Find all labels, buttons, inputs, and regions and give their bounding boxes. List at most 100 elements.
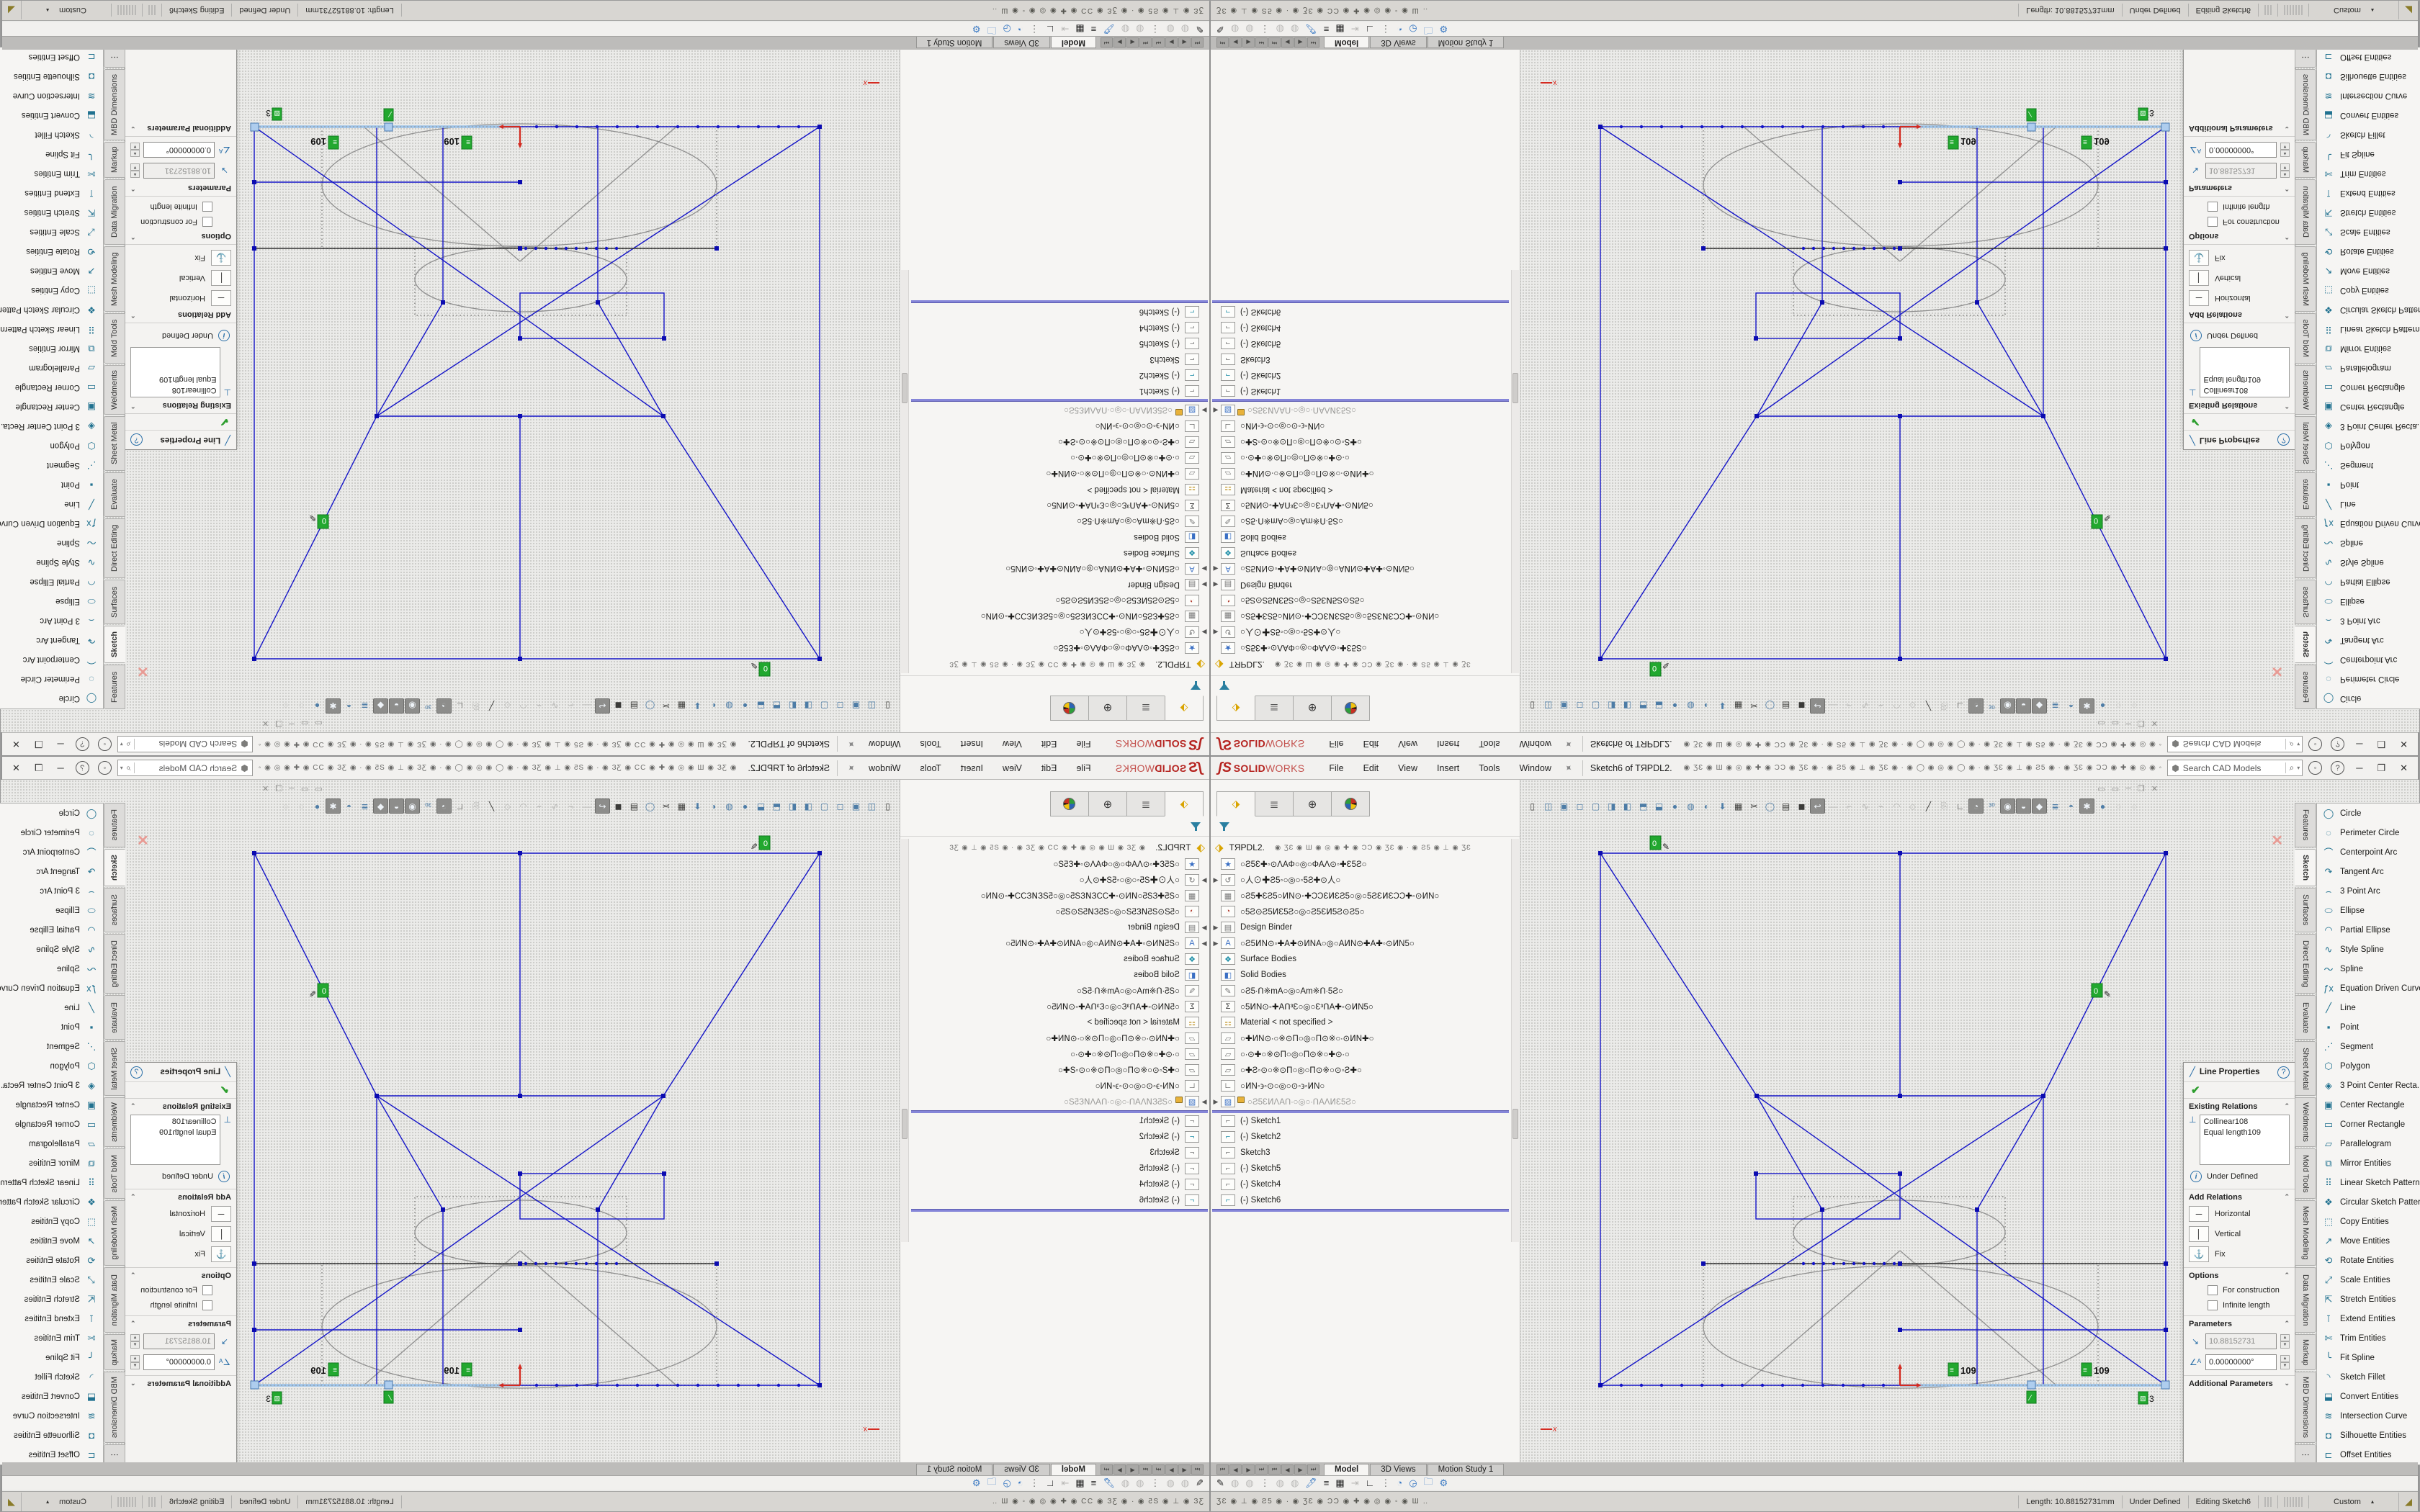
collapse-chevron-icon[interactable]: ⌃ [2284, 184, 2290, 192]
relations-list[interactable]: Collinear108Equal length109 [130, 1115, 220, 1165]
tree-row[interactable]: ◔ ○5Ƨ⊙Ƨ5ͶԐ5Ƨ○◎○Ƨ5ԐͶ5Ƨ⊙Ƨ5○ [910, 593, 1209, 608]
view-tool-icon[interactable]: ⌐ [563, 798, 578, 814]
expand-arrow-icon[interactable]: ▶ [1211, 924, 1221, 932]
bottom-tool-icon[interactable]: ∟ [1366, 1477, 1375, 1488]
option-row[interactable]: Infinite length [2208, 1300, 2290, 1310]
bottom-tool-icon[interactable]: ◍ [1231, 24, 1239, 35]
tree-row[interactable]: ⚏ Material < not specified > [910, 482, 1209, 498]
bottom-tool-icon[interactable]: ◍ [1245, 1477, 1253, 1489]
view-tool-icon[interactable]: ✂ [1747, 798, 1762, 814]
tree-row[interactable]: ▦ ○Ƨ5✚ԐƧ5○ͶN⊙◦✚ƆƆԐͶԐƧ5○◎○5ƧԐͶԐƆƆ✚◦⊙ͶN○ [1211, 608, 1510, 624]
tab-scroll-button[interactable]: ▶ [1165, 37, 1178, 48]
bottom-tool-icon[interactable]: ⚙ [972, 1477, 981, 1489]
tool-menu-item[interactable]: ◝ Sketch Fillet [2317, 125, 2420, 145]
search-input[interactable]: Search CAD Models [2183, 739, 2286, 750]
graphics-viewport[interactable]: 0 ✎ 0 ✎ ≡ 109 ≡ 109 ∕ [1520, 780, 2295, 1462]
feature-manager-tab[interactable]: ⬗ [1165, 696, 1204, 721]
configuration-manager-tab[interactable]: ≣ [1255, 791, 1294, 816]
command-tab[interactable]: ⋮ [104, 47, 125, 68]
view-tool-icon[interactable]: ◌ [294, 698, 309, 714]
tree-row[interactable]: ⌐ (-) Sketch4 [1211, 320, 1510, 336]
checkbox[interactable] [202, 1300, 212, 1310]
tool-menu-item[interactable]: ⬚ Copy Entities [2317, 281, 2420, 300]
tool-menu-item[interactable]: ▱ Parallelogram [0, 359, 103, 378]
view-tool-icon[interactable]: ◓ [2063, 698, 2079, 714]
tree-row[interactable]: ◔ ○5Ƨ⊙Ƨ5ͶԐ5Ƨ○◎○Ƨ5ԐͶ5Ƨ⊙Ƨ5○ [1211, 904, 1510, 919]
view-tool-icon[interactable]: ◉ [2000, 698, 2015, 714]
document-tab[interactable]: Motion Study 1 [916, 37, 993, 48]
bottom-tool-icon[interactable]: ⋮ [1030, 1477, 1039, 1489]
tool-menu-item[interactable]: ⧉ Mirror Entities [2317, 1153, 2420, 1173]
tool-menu-item[interactable]: ◝ Sketch Fillet [2317, 1367, 2420, 1387]
view-tool-icon[interactable]: ▢ [817, 698, 832, 714]
tree-row[interactable]: ⌐ (-) Sketch4 [910, 320, 1209, 336]
command-tab[interactable]: Sketch [104, 849, 125, 886]
view-tool-icon[interactable]: ● [310, 798, 325, 814]
tool-menu-item[interactable]: ◌ Perimeter Circle [0, 670, 103, 689]
mdi-button[interactable]: ▭ [315, 719, 322, 728]
tree-row[interactable]: ⌐ (-) Sketch2 [1211, 1129, 1510, 1145]
tree-row[interactable]: Σ ○5ͶN⊙◦✚AՈ³Ԑ○◎○Ԑ³ՈA✚◦⊙ͶN5○ [1211, 498, 1510, 513]
bottom-tool-icon[interactable]: ⚙ [1440, 1477, 1448, 1489]
dimxpert-manager-tab[interactable]: ⊕ [1088, 696, 1126, 721]
view-tool-icon[interactable]: ― [579, 698, 594, 714]
tree-row[interactable] [910, 399, 1209, 402]
bottom-tool-icon[interactable]: ✎ [1216, 1477, 1224, 1489]
tool-menu-item[interactable]: ⬓ Convert Entities [0, 1387, 103, 1406]
view-tool-icon[interactable]: ▣ [848, 698, 864, 714]
tree-row[interactable] [1211, 1110, 1510, 1113]
help-icon[interactable]: ? [2331, 761, 2344, 775]
tool-menu-item[interactable]: ◯ Circle [0, 804, 103, 823]
tree-row[interactable]: Σ ○5ͶN⊙◦✚AՈ³Ԑ○◎○Ԑ³ՈA✚◦⊙ͶN5○ [1211, 999, 1510, 1014]
view-tool-icon[interactable]: ⎘ [468, 698, 483, 714]
tool-menu-item[interactable]: 〜 Spline [2317, 959, 2420, 978]
tool-menu-item[interactable]: ◯ Circle [0, 689, 103, 708]
view-tool-icon[interactable]: ◐ [1699, 698, 1714, 714]
command-tab[interactable]: Features [2295, 803, 2316, 847]
display-manager-tab[interactable] [1332, 696, 1370, 721]
tree-row[interactable]: ⌐ (-) Sketch1 [910, 383, 1209, 399]
tool-menu-item[interactable]: ⌒ Centerpoint Arc [0, 650, 103, 670]
tree-row[interactable]: ⌐ (-) Sketch1 [1211, 1113, 1510, 1129]
mdi-button[interactable]: ✕ [262, 719, 269, 728]
bottom-tool-icon[interactable]: ◍ [1166, 24, 1174, 35]
bottom-tool-icon[interactable]: 🖊 [1305, 24, 1317, 35]
mdi-button[interactable]: ▭ [301, 784, 308, 793]
bottom-tool-icon[interactable]: ▦ [1335, 1477, 1344, 1489]
tree-row[interactable]: ▱ ○✚ͶN⊙∙○※⊙Π○◎○Π⊙※○∙⊙ͶN✚○ [1211, 1030, 1510, 1046]
expand-arrow-icon[interactable]: ▶ [1211, 1098, 1221, 1106]
tool-menu-item[interactable]: ⬚ Copy Entities [2317, 1212, 2420, 1231]
sketch-nodes[interactable] [1598, 125, 2168, 661]
graphics-viewport[interactable]: 0 ✎ 0 ✎ ≡ 109 ≡ 109 ∕ [125, 50, 900, 732]
view-tool-icon[interactable]: ◍ [1683, 698, 1698, 714]
rollback-bar[interactable] [911, 1209, 1208, 1212]
tree-row[interactable]: ▱ ○✚ͶN⊙∙○※⊙Π○◎○Π⊙※○∙⊙ͶN✚○ [910, 466, 1209, 482]
view-tool-icon[interactable]: ◒ [2016, 698, 2031, 714]
tab-scroll-button[interactable]: ⏮ [1191, 37, 1204, 48]
tool-menu-item[interactable]: ▪ Point [2317, 1017, 2420, 1037]
mdi-button[interactable]: ▭ [315, 784, 322, 793]
tree-row[interactable]: ⌐ (-) Sketch5 [910, 336, 1209, 351]
bottom-tool-icon[interactable]: ⇥ [1061, 24, 1069, 35]
tree-row[interactable]: ✎ ○Ƨ5∙Ո※mA○◎○Am※Ո∙5Ƨ○ [1211, 983, 1510, 999]
view-tool-icon[interactable]: ∿ [1857, 798, 1873, 814]
view-tool-icon[interactable]: ◒ [389, 798, 404, 814]
relations-list[interactable]: Collinear108Equal length109 [130, 347, 220, 397]
view-tool-icon[interactable]: ◠ [516, 698, 531, 714]
view-tool-icon[interactable]: ∟ [452, 698, 467, 714]
tool-menu-item[interactable]: ▭ Corner Rectangle [0, 1115, 103, 1134]
tool-menu-item[interactable]: ⇱ Stretch Entities [2317, 1290, 2420, 1309]
view-tool-icon[interactable]: ⌁ [1873, 798, 1888, 814]
confirmation-corner-icon[interactable]: ✕ [137, 832, 149, 850]
spinner[interactable]: ▲▼ [130, 143, 140, 157]
tool-menu-item[interactable]: ▪ Point [0, 1017, 103, 1037]
tool-menu-item[interactable]: ⟲ Rotate Entities [2317, 1251, 2420, 1270]
expand-arrow-icon[interactable]: ▶ [1199, 940, 1209, 948]
tree-row[interactable]: ▱ ○∙⊙✚○※⊙Π○◎○Π⊙※○✚⊙∙○ [910, 1046, 1209, 1062]
tree-root[interactable]: ⬗ TЯPDL2. ◉ ƷƐ ◉ Ш ◉ ◎ ◉ ✚ ◉ ƆƆ ◉ ƷƐ ◉ ∙… [910, 839, 1209, 856]
command-tab[interactable]: Evaluate [2295, 995, 2316, 1040]
tool-menu-item[interactable]: ⬡ Polygon [0, 1056, 103, 1076]
mdi-button[interactable]: ❐ [275, 784, 282, 793]
command-tab[interactable]: Mold Tools [104, 313, 125, 364]
tab-scroll-button[interactable]: ⏮ [1139, 1464, 1152, 1475]
